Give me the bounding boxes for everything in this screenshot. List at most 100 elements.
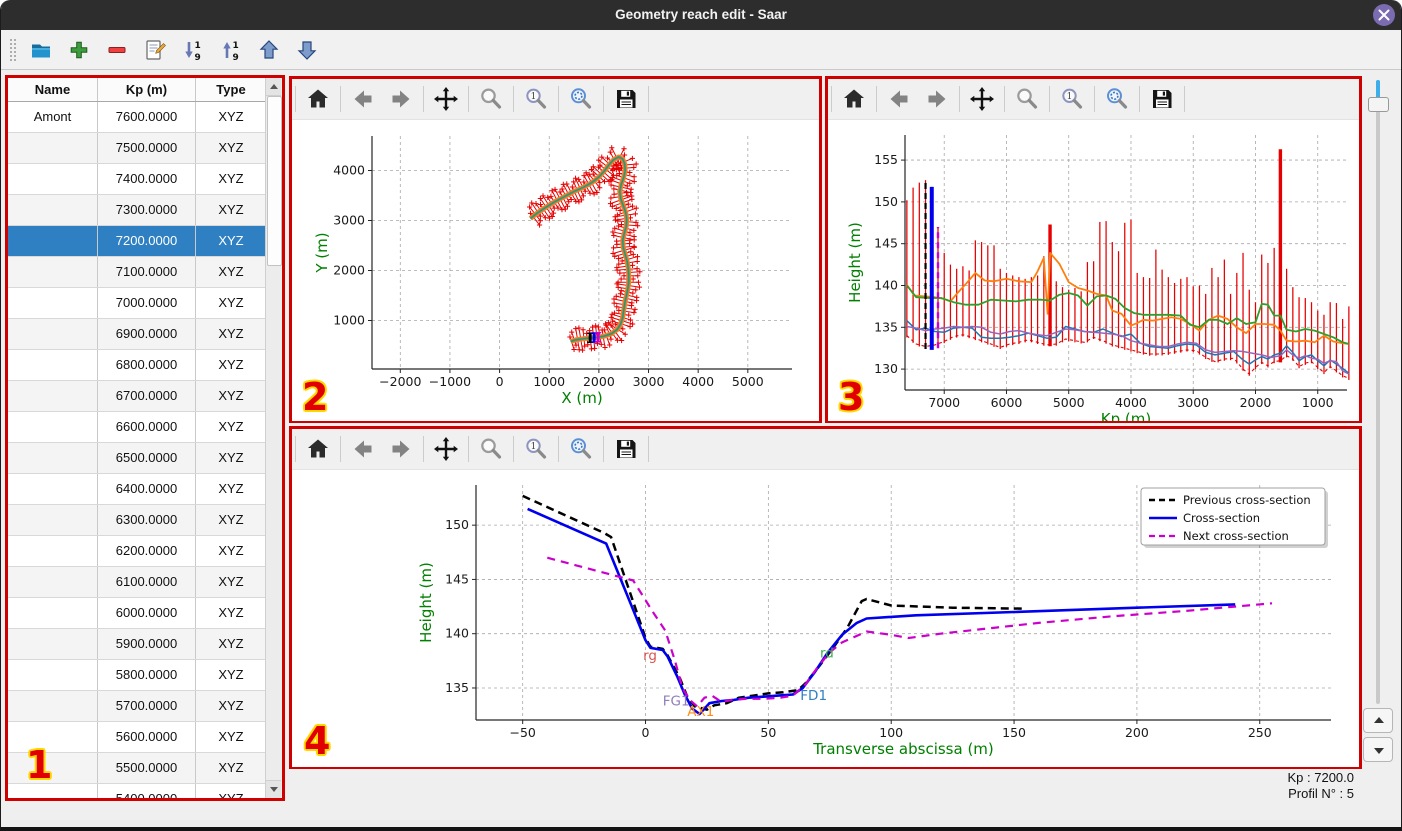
table-scroll-down-button[interactable]	[266, 780, 281, 798]
table-scrollbar-thumb[interactable]	[267, 96, 282, 266]
back-button[interactable]	[886, 86, 912, 112]
pan-button[interactable]	[433, 436, 459, 462]
svg-text:−1000: −1000	[429, 374, 471, 389]
table-cell-kp: 7000.0000	[98, 288, 196, 318]
zoom-button[interactable]	[478, 436, 504, 462]
pan-button[interactable]	[969, 86, 995, 112]
table-row-kp-5700.0000[interactable]: 5700.0000 XYZ	[8, 691, 266, 722]
zoom-fit-button[interactable]	[568, 86, 594, 112]
zoom-original-icon: 1	[526, 438, 547, 459]
table-row-kp-6500.0000[interactable]: 6500.0000 XYZ	[8, 443, 266, 474]
table-cell-kp: 6700.0000	[98, 381, 196, 411]
svg-text:rd: rd	[820, 646, 834, 662]
plan-view-plot[interactable]: −2000 −1000 0 1000 2000 3000 4000 5000 1000 2000 3…	[292, 120, 819, 421]
remove-button[interactable]	[105, 38, 129, 62]
table-cell-kp: 6300.0000	[98, 505, 196, 535]
save-button[interactable]	[613, 436, 639, 462]
sort-descending-icon: 19	[185, 41, 201, 62]
home-icon	[308, 439, 328, 458]
sort-descending-button[interactable]: 19	[181, 38, 205, 62]
zoom-button[interactable]	[478, 86, 504, 112]
sort-ascending-button[interactable]: 19	[219, 38, 243, 62]
table-cell-kp: 7400.0000	[98, 164, 196, 194]
table-row-kp-5800.0000[interactable]: 5800.0000 XYZ	[8, 660, 266, 691]
panel-badge-1: 1	[26, 743, 53, 787]
save-button[interactable]	[613, 86, 639, 112]
table-row-kp-7600.0000[interactable]: Amont 7600.0000 XYZ	[8, 102, 266, 133]
table-header-name[interactable]: Name	[8, 78, 98, 101]
add-button[interactable]	[67, 38, 91, 62]
svg-text:150: 150	[874, 194, 898, 209]
forward-button[interactable]	[388, 436, 414, 462]
table-row-kp-7400.0000[interactable]: 7400.0000 XYZ	[8, 164, 266, 195]
cross-section-plot[interactable]: −50 0 50 100 150 200 250 135 140 145 150 Transverse…	[292, 470, 1359, 767]
profile-down-button[interactable]	[1363, 737, 1393, 762]
table-header-type[interactable]: Type	[196, 78, 266, 101]
open-button[interactable]	[29, 38, 53, 62]
zoom-fit-button[interactable]	[1104, 86, 1130, 112]
main-toolbar: 1919	[1, 30, 1401, 70]
table-header-kp[interactable]: Kp (m)	[98, 78, 196, 101]
profile-up-button[interactable]	[1363, 708, 1393, 733]
pan-icon	[970, 87, 994, 111]
zoom-original-button[interactable]: 1	[523, 86, 549, 112]
forward-button[interactable]	[924, 86, 950, 112]
svg-text:9: 9	[195, 53, 201, 62]
table-row-kp-6600.0000[interactable]: 6600.0000 XYZ	[8, 412, 266, 443]
table-cell-name	[8, 629, 98, 659]
zoom-original-button[interactable]: 1	[523, 436, 549, 462]
table-header-row: Name Kp (m) Type	[8, 78, 266, 102]
table-row-kp-5900.0000[interactable]: 5900.0000 XYZ	[8, 629, 266, 660]
triangle-up-icon	[1374, 717, 1384, 723]
table-row-kp-6900.0000[interactable]: 6900.0000 XYZ	[8, 319, 266, 350]
table-row-kp-6300.0000[interactable]: 6300.0000 XYZ	[8, 505, 266, 536]
section-plot-toolbar: 1	[292, 429, 1359, 470]
close-button[interactable]	[1373, 4, 1395, 26]
svg-text:130: 130	[874, 361, 898, 376]
zoom-fit-button[interactable]	[568, 436, 594, 462]
move-up-button[interactable]	[257, 38, 281, 62]
table-cell-kp: 6200.0000	[98, 536, 196, 566]
table-row-kp-6100.0000[interactable]: 6100.0000 XYZ	[8, 567, 266, 598]
back-button[interactable]	[350, 436, 376, 462]
zoom-button[interactable]	[1014, 86, 1040, 112]
svg-text:Y (m): Y (m)	[313, 232, 331, 273]
table-cell-type: XYZ	[218, 202, 244, 217]
home-button[interactable]	[305, 436, 331, 462]
edit-button[interactable]	[143, 38, 167, 62]
svg-text:3000: 3000	[333, 213, 365, 228]
table-row-kp-7300.0000[interactable]: 7300.0000 XYZ	[8, 195, 266, 226]
table-row-kp-7200.0000[interactable]: 7200.0000 XYZ	[8, 226, 266, 257]
save-button[interactable]	[1149, 86, 1175, 112]
zoom-original-button[interactable]: 1	[1059, 86, 1085, 112]
table-cell-name	[8, 133, 98, 163]
table-row-kp-6800.0000[interactable]: 6800.0000 XYZ	[8, 350, 266, 381]
pan-button[interactable]	[433, 86, 459, 112]
zoom-fit-icon	[571, 438, 592, 459]
app-window: Geometry reach edit - Saar 1919 Name Kp (…	[0, 0, 1402, 831]
table-row-kp-6400.0000[interactable]: 6400.0000 XYZ	[8, 474, 266, 505]
table-row-kp-7000.0000[interactable]: 7000.0000 XYZ	[8, 288, 266, 319]
svg-text:6000: 6000	[991, 395, 1023, 410]
profile-slider-handle[interactable]	[1368, 97, 1389, 112]
table-scrollbar[interactable]	[265, 78, 282, 798]
table-row-kp-6700.0000[interactable]: 6700.0000 XYZ	[8, 381, 266, 412]
move-down-button[interactable]	[295, 38, 319, 62]
table-row-kp-7500.0000[interactable]: 7500.0000 XYZ	[8, 133, 266, 164]
save-icon	[617, 90, 636, 108]
table-row-kp-6000.0000[interactable]: 6000.0000 XYZ	[8, 598, 266, 629]
table-row-kp-7100.0000[interactable]: 7100.0000 XYZ	[8, 257, 266, 288]
table-row-kp-6200.0000[interactable]: 6200.0000 XYZ	[8, 536, 266, 567]
table-cell-kp: 7300.0000	[98, 195, 196, 225]
toolbar-separator	[295, 86, 296, 112]
window-title: Geometry reach edit - Saar	[615, 7, 787, 22]
table-scroll-up-button[interactable]	[266, 78, 281, 96]
series-previous-cross-section	[522, 494, 1027, 711]
home-button[interactable]	[841, 86, 867, 112]
home-button[interactable]	[305, 86, 331, 112]
toolbar-grip-handle[interactable]	[9, 37, 16, 62]
long-profile-plot[interactable]: 7000 6000 5000 4000 3000 2000 1000 130 135 140 145…	[828, 120, 1359, 421]
forward-button[interactable]	[388, 86, 414, 112]
profile-slider-track[interactable]	[1376, 80, 1380, 704]
back-button[interactable]	[350, 86, 376, 112]
